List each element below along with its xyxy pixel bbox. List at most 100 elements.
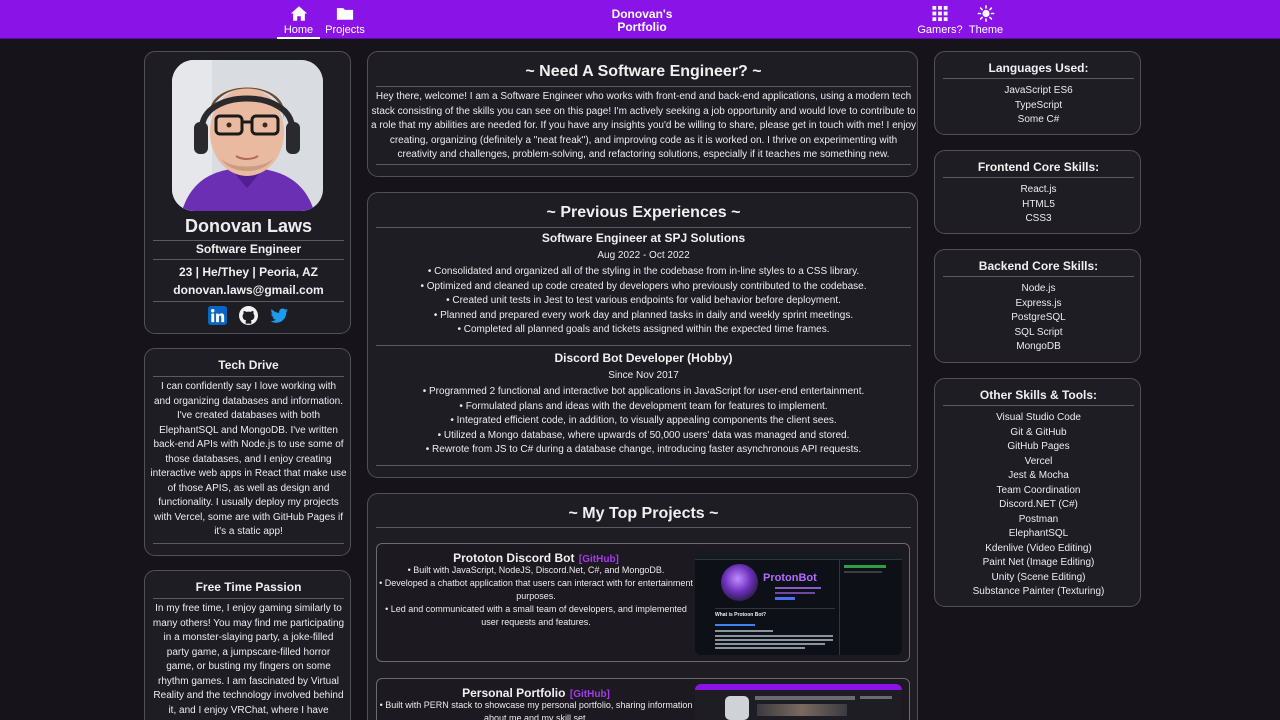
text-line: party game, a jumpscare-filled horror [166, 646, 331, 658]
github-icon[interactable] [239, 306, 258, 325]
text-line: • Led and communicated with a small team… [385, 604, 687, 614]
skill-item: Paint Net (Image Editing) [982, 557, 1095, 568]
text-line: I've created databases with both [176, 410, 321, 421]
bullet-line: • Completed all planned goals and ticket… [457, 324, 830, 335]
text-line: a role that my abilities are needed for.… [371, 120, 916, 131]
divider [153, 598, 344, 599]
free-time-heading: Free Time Passion [195, 580, 302, 594]
brand-title[interactable]: Donovan's Portfolio [590, 8, 694, 34]
linkedin-icon[interactable] [207, 306, 227, 325]
projects-heading: ~ My Top Projects ~ [568, 505, 719, 522]
project-name: Personal Portfolio [462, 686, 566, 700]
free-time-text: In my free time, I enjoy gaming similarl… [145, 602, 350, 718]
skill-item: React.js [1020, 184, 1057, 195]
languages-list: JavaScript ES6 TypeScript Some C# [935, 84, 1140, 128]
divider [376, 465, 911, 466]
bullet-line: • Consolidated and organized all of the … [427, 266, 860, 277]
text-line: stack consisting of the skills you can s… [371, 105, 916, 117]
text-line: functionality. I usually deploy my proje… [158, 497, 339, 508]
divider [153, 543, 344, 544]
brand-line-2: Portfolio [617, 20, 667, 34]
text-line: • Built with JavaScript, NodeJS, Discord… [407, 565, 665, 575]
text-line: user requests and features. [481, 617, 591, 627]
divider [153, 240, 344, 241]
skill-item: ElephantSQL [1008, 528, 1069, 539]
intro-card: ~ Need A Software Engineer? ~ Hey there,… [367, 51, 918, 177]
text-line: with Vercel, some are with GitHub Pages … [154, 511, 343, 523]
tech-drive-card: Tech Drive I can confidently say I love … [144, 348, 351, 556]
job-title: Software Engineer at SPJ Solutions [541, 231, 746, 245]
project-screenshot[interactable]: ProtonBot What is Protoon Bot? [695, 550, 902, 655]
skill-item: Team Coordination [996, 484, 1081, 496]
bullet-line: • Programmed 2 functional and interactiv… [422, 386, 865, 397]
nav-home-label: Home [283, 24, 314, 36]
languages-heading: Languages Used: [988, 61, 1089, 75]
text-line: creating, organizing (definitely a "neat… [389, 134, 898, 146]
nav-theme[interactable]: Theme [968, 0, 1004, 39]
project-card-prototon[interactable]: Prototon Discord Bot [GitHub] • Built wi… [376, 543, 910, 662]
bullet-line: • Optimized and cleaned up code created … [420, 280, 867, 292]
grid-icon [932, 5, 948, 22]
text-line: purposes. [516, 591, 556, 601]
nav-theme-label: Theme [968, 24, 1004, 36]
text-line: interactive web apps in React that make … [150, 468, 347, 479]
skill-item: Jest & Mocha [1008, 470, 1069, 481]
skill-item: Vercel [1024, 455, 1053, 467]
divider [376, 345, 911, 346]
frontend-heading: Frontend Core Skills: [977, 160, 1100, 174]
nav-gamers[interactable]: Gamers? [917, 0, 963, 39]
skill-item: JavaScript ES6 [1004, 85, 1073, 96]
backend-heading: Backend Core Skills: [978, 259, 1099, 273]
twitter-icon[interactable] [270, 306, 289, 325]
nav-home[interactable]: Home [277, 0, 320, 39]
divider [153, 376, 344, 377]
text-line: it, and I enjoy VRChat, where I have [168, 704, 329, 716]
backend-list: Node.js Express.js PostgreSQL SQL Script… [935, 282, 1140, 355]
divider [943, 276, 1134, 277]
skill-item: Unity (Scene Editing) [991, 571, 1086, 583]
profile-info: 23 | He/They | Peoria, AZ [179, 265, 318, 279]
text-line: many others! You may find me participati… [152, 617, 345, 629]
text-line: and organizing databases and information… [153, 395, 344, 407]
skill-item: MongoDB [1016, 341, 1061, 352]
skill-item: Visual Studio Code [996, 412, 1081, 423]
skill-item: TypeScript [1014, 99, 1063, 111]
backend-card: Backend Core Skills: Node.js Express.js … [934, 249, 1141, 363]
job-dates: Since Nov 2017 [608, 370, 679, 381]
tech-drive-heading: Tech Drive [218, 358, 279, 372]
frontend-card: Frontend Core Skills: React.js HTML5 CSS… [934, 150, 1141, 234]
text-line: game, or busting my fingers on some [166, 661, 331, 672]
intro-heading: ~ Need A Software Engineer? ~ [525, 63, 762, 80]
divider [376, 164, 911, 165]
text-line: I can confidently say I love working wit… [160, 381, 337, 392]
text-line: about me and my skill set. [483, 713, 589, 720]
profile-title: Software Engineer [195, 242, 302, 256]
text-line: back-end APIs with Node.js to use some o… [153, 439, 344, 450]
skill-item: Node.js [1021, 283, 1056, 294]
bullet-line: • Utilized a Mongo database, where upwar… [437, 429, 850, 441]
profile-email[interactable]: donovan.laws@gmail.com [145, 283, 350, 297]
divider [376, 527, 911, 528]
tech-drive-text: I can confidently say I love working wit… [145, 380, 350, 540]
experience-card: ~ Previous Experiences ~ Software Engine… [367, 192, 918, 478]
project-card-portfolio[interactable]: Personal Portfolio [GitHub] • Built with… [376, 678, 910, 720]
divider [376, 227, 911, 228]
skill-item: PostgreSQL [1011, 312, 1066, 323]
skill-item: Some C# [1017, 114, 1060, 125]
project-screenshot[interactable] [695, 684, 902, 720]
skill-item: SQL Script [1014, 326, 1063, 338]
project-description: • Built with JavaScript, NodeJS, Discord… [377, 564, 695, 629]
sun-icon [977, 5, 995, 22]
text-line: Reality and the technology involved behi… [153, 690, 344, 701]
bullet-line: • Created unit tests in Jest to test var… [446, 295, 841, 306]
social-links [145, 306, 350, 325]
other-skills-heading: Other Skills & Tools: [979, 388, 1098, 402]
divider [153, 301, 344, 302]
frontend-list: React.js HTML5 CSS3 [935, 183, 1140, 227]
job-dates: Aug 2022 - Oct 2022 [597, 250, 690, 261]
nav-projects[interactable]: Projects [325, 0, 365, 39]
other-skills-card: Other Skills & Tools: Visual Studio Code… [934, 378, 1141, 607]
home-icon [290, 6, 307, 21]
divider [943, 177, 1134, 178]
free-time-card: Free Time Passion In my free time, I enj… [144, 570, 351, 720]
